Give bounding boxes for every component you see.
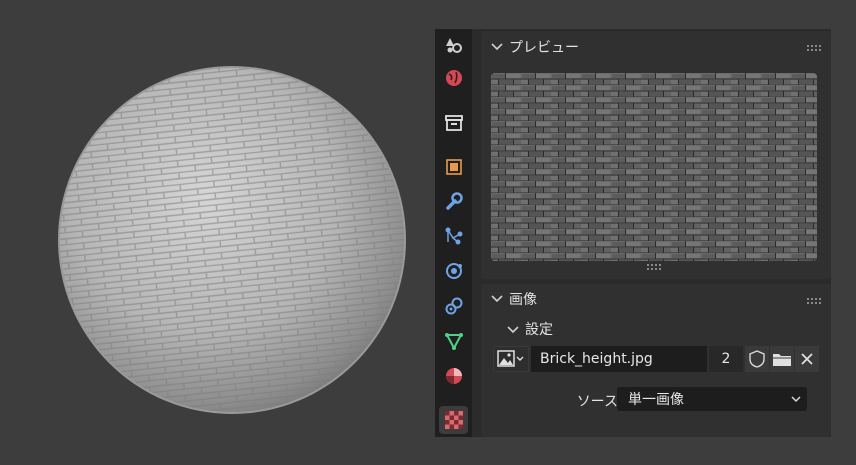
image-datablock-selector: Brick_height.jpg 2 (493, 346, 819, 372)
physics-tab[interactable] (439, 257, 468, 285)
data-tab[interactable] (439, 327, 468, 355)
texture-tab[interactable] (439, 406, 468, 434)
properties-editor: プレビュー 画像 設定 Brick_height.jpg 2 ソース 単一画像 (435, 29, 831, 437)
image-panel-header[interactable]: 画像 (481, 284, 831, 316)
chevron-down-icon (791, 396, 801, 403)
constraints-tab[interactable] (439, 292, 468, 320)
world-icon (445, 70, 462, 86)
image-name-field[interactable]: Brick_height.jpg (531, 346, 707, 372)
collection-tab[interactable] (439, 109, 468, 137)
source-dropdown-value: 単一画像 (628, 392, 684, 408)
image-panel-title: 画像 (509, 292, 537, 308)
3d-viewport[interactable] (0, 0, 435, 465)
source-label: ソース (576, 394, 618, 410)
image-icon (497, 350, 524, 367)
preview-panel: プレビュー (481, 31, 831, 279)
texture-preview-image (491, 73, 817, 261)
drag-handle-icon[interactable] (807, 45, 821, 51)
source-dropdown[interactable]: 単一画像 (617, 387, 807, 411)
sculpted-sphere (58, 66, 406, 414)
chevron-down-icon (507, 326, 519, 334)
unlink-image-button[interactable] (795, 346, 819, 372)
properties-tab-bar (435, 29, 472, 437)
material-icon (445, 368, 462, 384)
close-icon (801, 353, 813, 365)
open-image-button[interactable] (770, 346, 794, 372)
preview-panel-header[interactable]: プレビュー (481, 31, 831, 63)
render-tab[interactable] (439, 31, 468, 59)
material-tab[interactable] (439, 362, 468, 390)
object-icon (445, 159, 462, 175)
collection-icon (444, 115, 463, 131)
chevron-down-icon (491, 43, 503, 51)
resize-handle-icon[interactable] (647, 264, 661, 270)
modifier-tab[interactable] (439, 187, 468, 215)
particles-icon (445, 227, 462, 245)
texture-icon (444, 411, 463, 429)
fake-user-button[interactable] (745, 346, 769, 372)
physics-icon (445, 263, 462, 279)
object-tab[interactable] (439, 153, 468, 181)
browse-image-button[interactable] (493, 346, 529, 372)
mesh-data-icon (444, 333, 463, 351)
user-count-button[interactable]: 2 (709, 346, 743, 372)
wrench-icon (445, 192, 463, 210)
shield-icon (749, 350, 765, 368)
image-panel: 画像 設定 Brick_height.jpg 2 ソース 単一画像 (481, 284, 831, 437)
settings-subpanel-header[interactable]: 設定 (481, 316, 831, 344)
settings-subpanel-title: 設定 (525, 322, 553, 338)
render-icon (445, 38, 462, 53)
world-tab[interactable] (439, 64, 468, 92)
particles-tab[interactable] (439, 222, 468, 250)
constraints-icon (445, 297, 462, 315)
chevron-down-icon (491, 295, 503, 303)
source-row: ソース 単一画像 (481, 387, 831, 413)
drag-handle-icon[interactable] (807, 298, 821, 304)
folder-icon (773, 354, 791, 366)
preview-panel-title: プレビュー (509, 40, 579, 56)
